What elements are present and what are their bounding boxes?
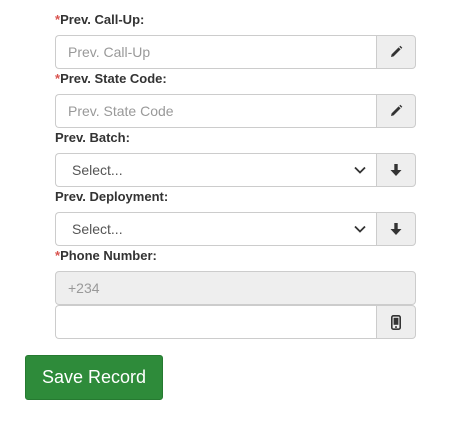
chevron-down-icon <box>354 166 366 174</box>
chevron-down-icon <box>354 225 366 233</box>
phone-number-label-text: Phone Number: <box>60 248 157 263</box>
prev-state-code-label-text: Prev. State Code: <box>60 71 167 86</box>
prev-callup-group <box>55 35 416 69</box>
prev-state-code-group <box>55 94 416 128</box>
pencil-icon <box>391 45 403 57</box>
prev-state-code-edit-button[interactable] <box>376 94 416 128</box>
phone-number-input[interactable] <box>55 305 376 339</box>
prev-deployment-group: Select... <box>55 212 416 246</box>
prev-deployment-select[interactable]: Select... <box>55 212 376 246</box>
prev-callup-label-text: Prev. Call-Up: <box>60 12 145 27</box>
prev-state-code-label: *Prev. State Code: <box>55 71 167 87</box>
phone-number-group <box>55 305 416 339</box>
prev-batch-group: Select... <box>55 153 416 187</box>
prev-batch-label: Prev. Batch: <box>55 130 130 145</box>
phone-number-addon <box>376 305 416 339</box>
phone-number-label: *Phone Number: <box>55 248 157 264</box>
prev-batch-addon[interactable] <box>376 153 416 187</box>
prev-deployment-addon[interactable] <box>376 212 416 246</box>
prev-deployment-selected-value: Select... <box>72 221 123 237</box>
arrow-down-icon <box>390 164 402 176</box>
prev-batch-select[interactable]: Select... <box>55 153 376 187</box>
prev-state-code-input[interactable] <box>55 94 376 128</box>
prev-deployment-label: Prev. Deployment: <box>55 189 169 204</box>
prev-callup-input[interactable] <box>55 35 376 69</box>
arrow-down-icon <box>390 223 402 235</box>
prev-callup-label: *Prev. Call-Up: <box>55 12 144 28</box>
mobile-phone-icon <box>391 314 401 330</box>
save-record-button[interactable]: Save Record <box>25 355 163 400</box>
phone-country-code: +234 <box>68 280 100 296</box>
pencil-icon <box>391 104 403 116</box>
phone-country-code-field: +234 <box>55 271 416 305</box>
prev-batch-selected-value: Select... <box>72 162 123 178</box>
prev-callup-edit-button[interactable] <box>376 35 416 69</box>
